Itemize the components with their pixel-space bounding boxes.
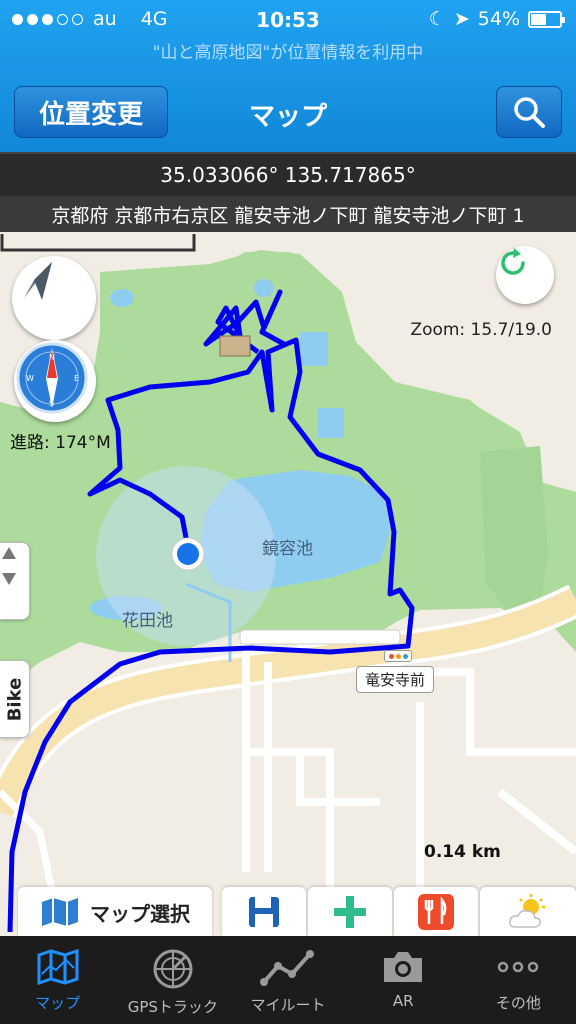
current-location-dot: [177, 543, 199, 565]
zoom-level: Zoom: 15.7/19.0: [410, 320, 552, 340]
refresh-icon: [501, 248, 525, 275]
bike-label: Bike: [4, 677, 25, 721]
battery-icon: [528, 10, 565, 28]
tab-map[interactable]: マップ: [0, 936, 115, 1024]
save-button[interactable]: [222, 887, 306, 937]
tab-gps-track[interactable]: GPSトラック: [115, 936, 230, 1024]
location-arrow-icon: ➤: [453, 8, 470, 30]
status-bar: au 4G 10:53 ☾ ➤ 54%: [0, 0, 576, 40]
scale-bar: [0, 234, 196, 252]
coordinates-readout: 35.033066° 135.717865°: [0, 152, 576, 196]
up-down-arrows-icon: [2, 547, 16, 585]
tab-label: GPSトラック: [127, 998, 218, 1016]
search-icon: [514, 97, 545, 128]
pond-label-hanadachi: 花田池: [122, 611, 173, 631]
map-view[interactable]: 鏡容池 花田池 竜安寺前 Zoom: 15.7/19.0 N S W E 進路:…: [0, 232, 576, 932]
map-icon: [42, 898, 78, 926]
navigation-bar: 位置変更 マップ: [0, 78, 576, 152]
bottom-tab-bar: マップ GPSトラック マイルート AR その他: [0, 936, 576, 1024]
park-area: [480, 446, 548, 612]
bike-mode-button[interactable]: Bike: [0, 660, 30, 738]
floppy-disk-icon: [249, 897, 279, 927]
parking-area: [239, 629, 401, 645]
more-icon: [498, 961, 539, 973]
search-button[interactable]: [496, 86, 562, 138]
heading-readout: 進路: 174°M: [10, 433, 111, 453]
weather-icon: [509, 894, 545, 928]
svg-text:N: N: [49, 353, 55, 362]
add-button[interactable]: [308, 887, 392, 937]
moon-icon: ☾: [428, 8, 446, 30]
pond-small: [318, 408, 344, 438]
svg-text:W: W: [26, 374, 34, 383]
location-usage-banner[interactable]: "山と高原地図"が位置情報を利用中: [0, 38, 576, 63]
bus-stop-label: 竜安寺前: [356, 666, 435, 693]
bus-stop-icon: [384, 650, 412, 662]
scroll-arrows-button[interactable]: [0, 542, 30, 620]
camera-icon: [384, 952, 423, 982]
pond-small: [254, 279, 274, 297]
svg-text:S: S: [49, 399, 54, 408]
map-select-button[interactable]: マップ選択: [18, 887, 212, 937]
page-title: マップ: [248, 102, 327, 132]
refresh-button[interactable]: [496, 246, 554, 304]
weather-button[interactable]: [480, 887, 576, 937]
pond-small: [110, 289, 134, 307]
tab-label: マイルート: [250, 996, 326, 1014]
tab-ar[interactable]: AR: [346, 936, 461, 1024]
tab-label: マップ: [35, 994, 81, 1012]
address-readout: 京都府 京都市右京区 龍安寺池ノ下町 龍安寺池ノ下町 1: [0, 196, 576, 232]
bus-stop-name: 竜安寺前: [365, 671, 426, 689]
svg-text:E: E: [74, 374, 79, 383]
tab-label: AR: [392, 992, 414, 1010]
radar-icon: [153, 949, 193, 989]
temple-marker: [219, 335, 251, 357]
compass-icon: N S W E: [16, 342, 88, 414]
map-select-label: マップ選択: [90, 901, 190, 926]
scale-label: 0.14 km: [424, 842, 501, 862]
restaurant-icon: [418, 894, 454, 930]
tab-more[interactable]: その他: [461, 936, 576, 1024]
follow-location-button[interactable]: [12, 256, 96, 340]
top-header: au 4G 10:53 ☾ ➤ 54% "山と高原地図"が位置情報を利用中 位置…: [0, 0, 576, 152]
tab-label: その他: [495, 994, 541, 1012]
tab-my-route[interactable]: マイルート: [230, 936, 345, 1024]
plus-icon: [334, 896, 366, 928]
navigation-arrow-icon: [24, 262, 52, 300]
map-icon: [37, 948, 79, 986]
pond-label-kyoyochi: 鏡容池: [262, 539, 313, 559]
battery-percent: 54%: [477, 8, 520, 30]
compass-button[interactable]: N S W E: [14, 340, 96, 422]
route-icon: [260, 950, 314, 986]
pond-small: [300, 332, 328, 366]
restaurant-button[interactable]: [394, 887, 478, 937]
